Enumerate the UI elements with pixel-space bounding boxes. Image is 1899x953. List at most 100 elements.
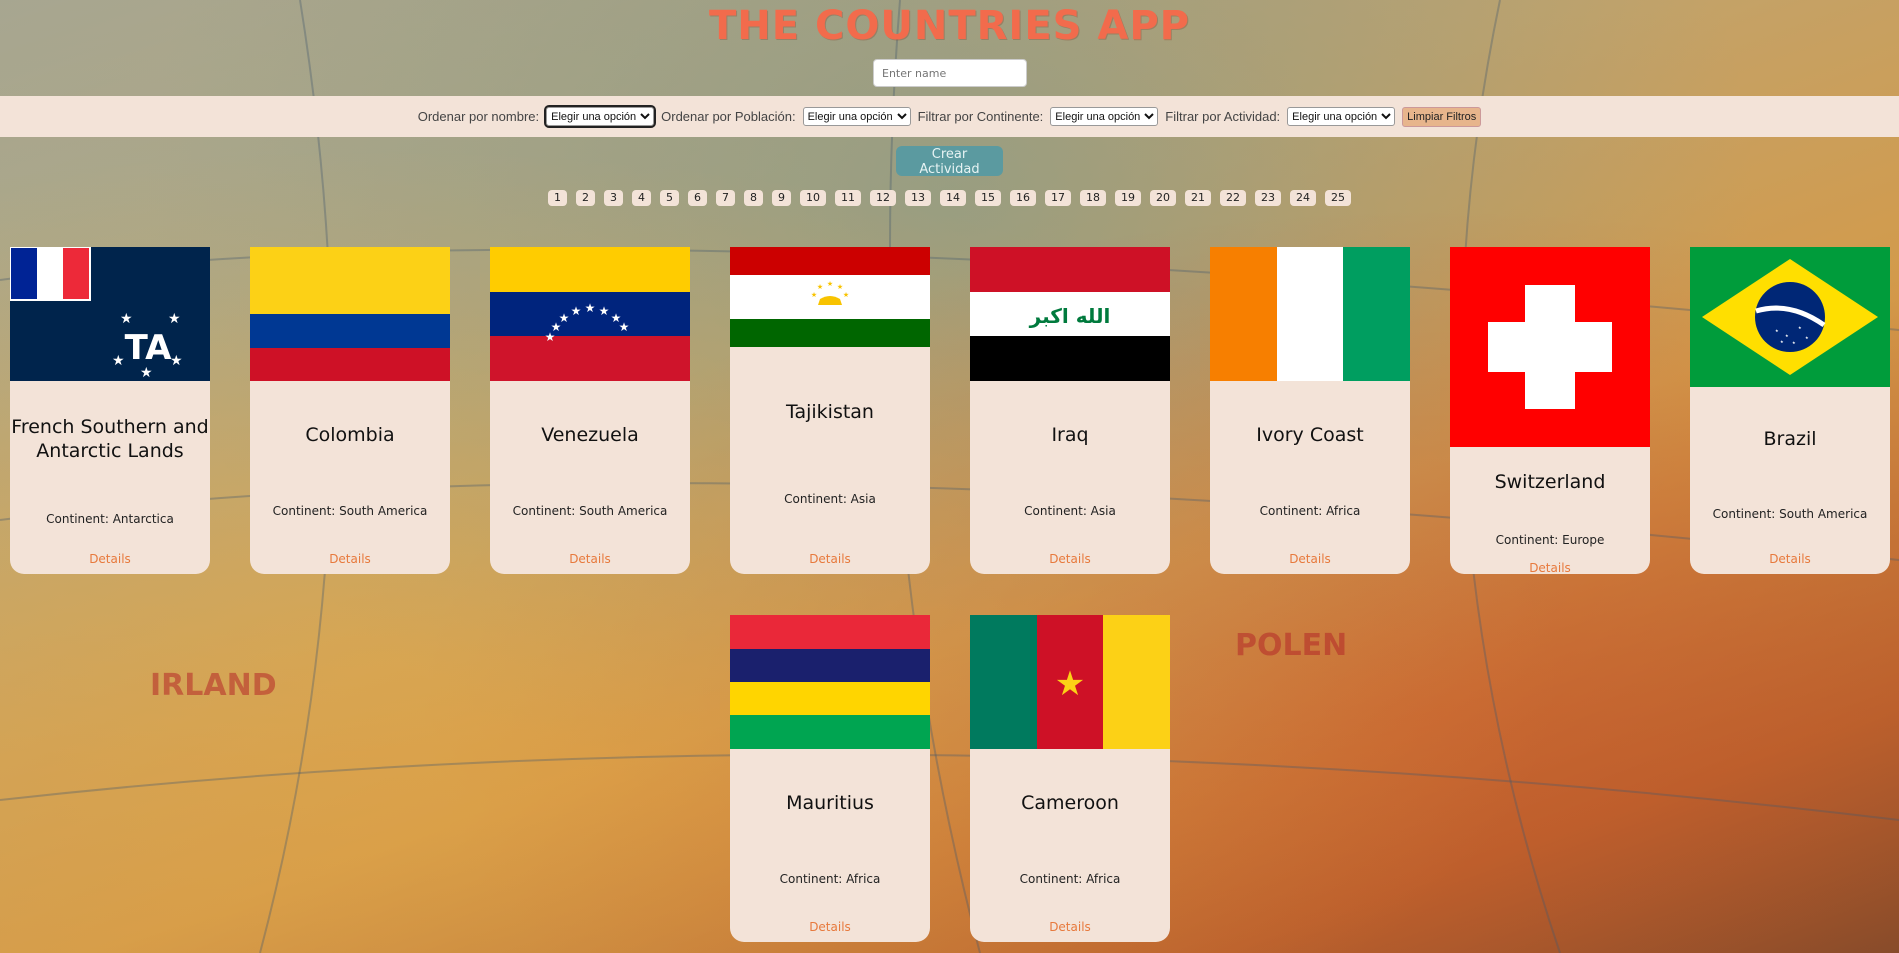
svg-text:★: ★ <box>168 311 181 327</box>
page-button[interactable]: 20 <box>1150 190 1176 206</box>
svg-text:TA: TA <box>125 328 173 368</box>
activity-filter-select[interactable]: Elegir una opción <box>1287 107 1396 126</box>
country-continent: Continent: Africa <box>779 872 881 886</box>
details-link[interactable]: Details <box>970 552 1170 566</box>
svg-text:★: ★ <box>817 283 823 291</box>
page-button[interactable]: 9 <box>772 190 791 206</box>
svg-text:★: ★ <box>1055 664 1085 704</box>
country-card: ★ ★ ★ ★ ★ ★ ★ ★ Venezuela Continent: South Am… <box>490 247 690 574</box>
sort-name-select[interactable]: Elegir una opción <box>544 105 657 128</box>
search-input[interactable] <box>873 59 1027 87</box>
page-button[interactable]: 2 <box>576 190 595 206</box>
svg-text:★: ★ <box>619 320 630 334</box>
svg-text:★: ★ <box>1775 328 1779 333</box>
page-button[interactable]: 12 <box>870 190 896 206</box>
country-continent: Continent: Asia <box>1024 504 1116 518</box>
page-button[interactable]: 13 <box>905 190 931 206</box>
switzerland-flag <box>1450 247 1650 447</box>
svg-text:★: ★ <box>811 291 817 299</box>
activity-filter-label: Filtrar por Actividad: <box>1165 109 1281 124</box>
page-button[interactable]: 5 <box>660 190 679 206</box>
svg-text:★: ★ <box>837 283 843 291</box>
svg-text:★: ★ <box>559 311 570 325</box>
country-continent: Continent: Africa <box>1259 504 1361 518</box>
page-button[interactable]: 10 <box>800 190 826 206</box>
country-continent: Continent: Africa <box>1019 872 1121 886</box>
page-button[interactable]: 22 <box>1220 190 1246 206</box>
details-link[interactable]: Details <box>1210 552 1410 566</box>
country-continent: Continent: South America <box>512 504 668 518</box>
country-continent: Continent: South America <box>272 504 428 518</box>
french-southern-flag: TA ★ ★ ★ ★ ★ <box>10 247 210 381</box>
page-button[interactable]: 16 <box>1010 190 1036 206</box>
svg-text:★: ★ <box>571 304 582 318</box>
svg-text:IRLAND: IRLAND <box>150 668 277 703</box>
sort-name-label: Ordenar por nombre: <box>417 109 540 124</box>
page-button[interactable]: 24 <box>1290 190 1316 206</box>
venezuela-flag: ★ ★ ★ ★ ★ ★ ★ ★ <box>490 247 690 381</box>
page-button[interactable]: 19 <box>1115 190 1141 206</box>
clear-filters-button[interactable]: Limpiar Filtros <box>1402 106 1482 127</box>
page-button[interactable]: 25 <box>1325 190 1351 206</box>
page-button[interactable]: 6 <box>688 190 707 206</box>
svg-text:★: ★ <box>120 311 133 327</box>
country-continent: Continent: Asia <box>784 492 876 506</box>
country-name: French Southern and Antarctic Lands <box>11 416 209 462</box>
page-button[interactable]: 8 <box>744 190 763 206</box>
country-continent: Continent: Europe <box>1495 533 1605 547</box>
continent-filter-select[interactable]: Elegir una opción <box>1050 107 1159 126</box>
svg-text:★: ★ <box>1805 335 1809 340</box>
details-link[interactable]: Details <box>490 552 690 566</box>
country-card: الله اكبر Iraq Continent: Asia Details <box>970 247 1170 574</box>
details-link[interactable]: Details <box>970 920 1170 934</box>
details-link[interactable]: Details <box>730 920 930 934</box>
country-name: Mauritius <box>786 792 874 814</box>
page-button[interactable]: 3 <box>604 190 623 206</box>
create-activity-button[interactable]: Crear Actividad <box>896 146 1003 177</box>
svg-text:الله اكبر: الله اكبر <box>1029 304 1111 328</box>
svg-text:★: ★ <box>827 280 833 288</box>
page-button[interactable]: 14 <box>940 190 966 206</box>
country-card: ★ ★ ★ ★ ★ ★ Brazil Continent: South America … <box>1690 247 1890 574</box>
page-button[interactable]: 7 <box>716 190 735 206</box>
country-name: Brazil <box>1763 428 1817 450</box>
iraq-flag: الله اكبر <box>970 247 1170 381</box>
country-card: Ivory Coast Continent: Africa Details <box>1210 247 1410 574</box>
page-button[interactable]: 15 <box>975 190 1001 206</box>
app-title: THE COUNTRIES APP <box>709 3 1190 49</box>
svg-text:★: ★ <box>599 304 610 318</box>
svg-text:★: ★ <box>1785 333 1789 338</box>
svg-text:★: ★ <box>585 301 596 315</box>
page-button[interactable]: 18 <box>1080 190 1106 206</box>
country-card: Colombia Continent: South America Detail… <box>250 247 450 574</box>
country-name: Ivory Coast <box>1256 424 1364 446</box>
cameroon-flag: ★ <box>970 615 1170 749</box>
country-card: Switzerland Continent: Europe Details <box>1450 247 1650 574</box>
sort-population-select[interactable]: Elegir una opción <box>802 107 911 126</box>
colombia-flag <box>250 247 450 381</box>
details-link[interactable]: Details <box>250 552 450 566</box>
page-button[interactable]: 23 <box>1255 190 1281 206</box>
page-button[interactable]: 21 <box>1185 190 1211 206</box>
country-name: Switzerland <box>1494 471 1606 493</box>
details-link[interactable]: Details <box>1690 552 1890 566</box>
svg-text:★: ★ <box>112 353 125 369</box>
details-link[interactable]: Details <box>10 552 210 566</box>
page-button[interactable]: 1 <box>548 190 567 206</box>
details-link[interactable]: Details <box>730 552 930 566</box>
svg-text:★: ★ <box>170 353 183 369</box>
page-button[interactable]: 4 <box>632 190 651 206</box>
page-button[interactable]: 11 <box>835 190 861 206</box>
country-name: Tajikistan <box>786 401 874 423</box>
country-card: TA ★ ★ ★ ★ ★ French Southern and Antarct… <box>10 247 210 574</box>
svg-text:★: ★ <box>1792 340 1796 345</box>
ivory-coast-flag <box>1210 247 1410 381</box>
continent-filter-label: Filtrar por Continente: <box>917 109 1044 124</box>
svg-text:★: ★ <box>843 291 849 299</box>
brazil-flag: ★ ★ ★ ★ ★ ★ <box>1690 247 1890 387</box>
details-link[interactable]: Details <box>1450 561 1650 574</box>
page-button[interactable]: 17 <box>1045 190 1071 206</box>
pagination: 1 2 3 4 5 6 7 8 9 10 11 12 13 14 15 16 1… <box>0 190 1899 206</box>
country-card: ★ Cameroon Continent: Africa Details <box>970 615 1170 942</box>
svg-text:POLEN: POLEN <box>1235 628 1347 663</box>
